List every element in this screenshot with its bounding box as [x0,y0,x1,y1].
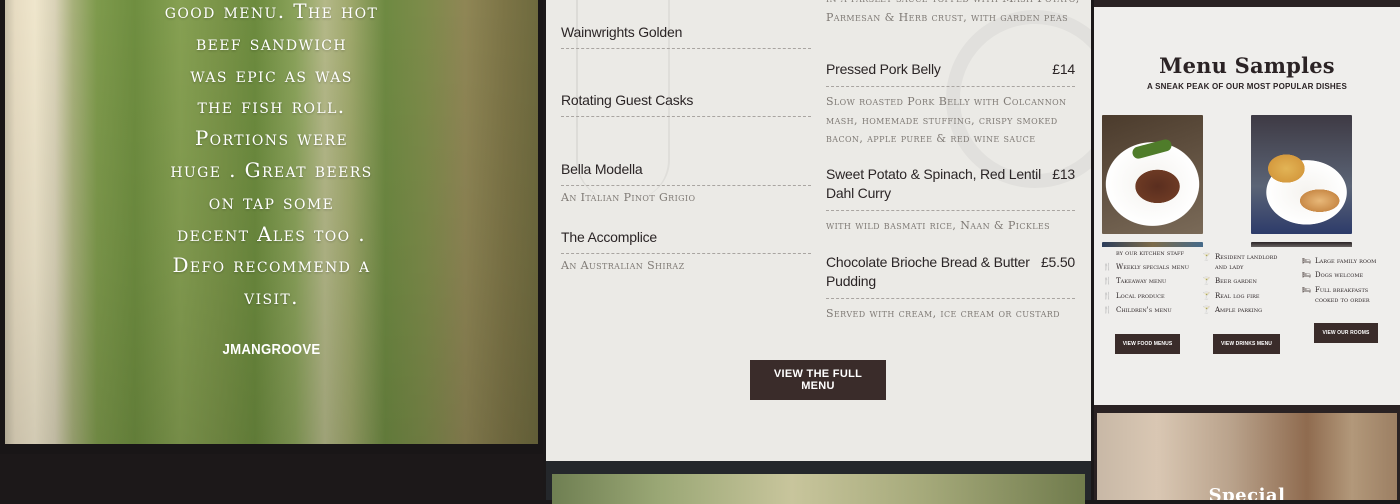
food-photo-pie[interactable] [1251,115,1352,234]
view-full-menu-button[interactable]: VIEW THE FULL MENU [750,360,886,400]
dish-name: Sweet Potato & Spinach, Red Lentil Dahl … [826,166,1042,201]
menu-samples-section: Menu Samples A SNEAK PEAK OF OUR MOST PO… [1094,7,1400,247]
dish-description: Served with cream, ice cream or custard [826,307,1060,320]
glass-icon: 🍸 [1202,306,1211,314]
view-food-menus-button[interactable]: VIEW FOOD MENUS [1115,334,1180,354]
drink-item: Rotating Guest Casks [561,92,811,117]
dish-price: £14 [1052,61,1075,77]
menu-panel: in a parsley sauce topped with Mash Pota… [546,0,1091,461]
samples-subtitle: A SNEAK PEAK OF OUR MOST POPULAR DISHES [1147,82,1347,91]
cutlery-icon: 🍴 [1103,277,1112,285]
review-quote: good menu. The hot beef sandwich was epi… [164,0,379,310]
feature-item: 🛏 Full breakfasts [1302,286,1369,294]
feature-item: 🍴 Children's menu [1103,306,1172,314]
review-panel: good menu. The hot beef sandwich was epi… [0,0,543,500]
drink-item: Wainwrights Golden [561,24,811,49]
special-section-photo: Special [1097,413,1397,500]
feature-item: 🍴 Weekly specials menu [1103,263,1189,271]
view-our-rooms-button[interactable]: VIEW OUR ROOMS [1314,323,1378,343]
dish-item: Pressed Pork Belly £14 Slow roasted Pork… [826,60,1075,149]
bed-icon: 🛏 [1302,271,1311,279]
dish-name: Chocolate Brioche Bread & Butter Pudding [826,254,1030,289]
feature-item: cooked to order [1315,296,1370,304]
glass-icon: 🍸 [1202,253,1211,261]
review-author: JMANGROOVE [222,341,321,358]
cutlery-icon: 🍴 [1103,306,1112,314]
special-title: Special [1208,485,1286,500]
drink-description: An Australian Shiraz [561,259,685,272]
feature-item: 🍴 Local produce [1103,292,1165,300]
dish-description: Slow roasted Pork Belly with Colcannon m… [826,95,1067,145]
cutlery-icon: 🍴 [1103,292,1112,300]
food-photo-roast[interactable] [1102,115,1203,234]
left-footer-strip [0,454,543,500]
drink-item: Bella Modella An Italian Pinot Grigio [561,161,811,204]
drink-description: An Italian Pinot Grigio [561,191,696,204]
feature-item: 🍸 Real log fire [1202,292,1260,300]
view-drinks-menu-button[interactable]: VIEW DRINKS MENU [1213,334,1280,354]
drink-name: The Accomplice [561,229,811,254]
drink-item: The Accomplice An Australian Shiraz [561,229,811,272]
feature-item: and lady [1215,263,1244,271]
dish-item: Sweet Potato & Spinach, Red Lentil Dahl … [826,165,1075,236]
feature-item: 🍸 Ample parking [1202,306,1263,314]
bed-icon: 🛏 [1302,257,1311,265]
drink-name: Bella Modella [561,161,811,186]
feature-item: 🍸 Resident landlord [1202,253,1278,261]
feature-item: 🍸 Beer garden [1202,277,1257,285]
feature-item: 🍴 Takeaway menu [1103,277,1167,285]
feature-item: by our kitchen staff [1116,249,1184,257]
right-panel: Menu Samples A SNEAK PEAK OF OUR MOST PO… [1094,0,1400,500]
mid-bottom-strip [546,461,1091,504]
feature-item: 🛏 Dogs welcome [1302,271,1364,279]
cutlery-icon: 🍴 [1103,263,1112,271]
bed-icon: 🛏 [1302,286,1311,294]
glass-icon: 🍸 [1202,292,1211,300]
dish-item: Chocolate Brioche Bread & Butter Pudding… [826,253,1075,324]
dish-description: in a parsley sauce topped with Mash Pota… [826,0,1079,24]
dish-name: Pressed Pork Belly [826,61,941,77]
glass-icon: 🍸 [1202,277,1211,285]
drink-name: Rotating Guest Casks [561,92,811,117]
dish-price: £13 [1052,166,1075,182]
dish-price: £5.50 [1040,254,1075,270]
feature-item: 🛏 Large family room [1302,257,1377,265]
samples-title: Menu Samples [1159,53,1335,78]
dish-description: with wild basmati rice, Naan & Pickles [826,219,1051,232]
features-section: by our kitchen staff 🍴 Weekly specials me… [1094,247,1400,405]
drink-name: Wainwrights Golden [561,24,811,49]
